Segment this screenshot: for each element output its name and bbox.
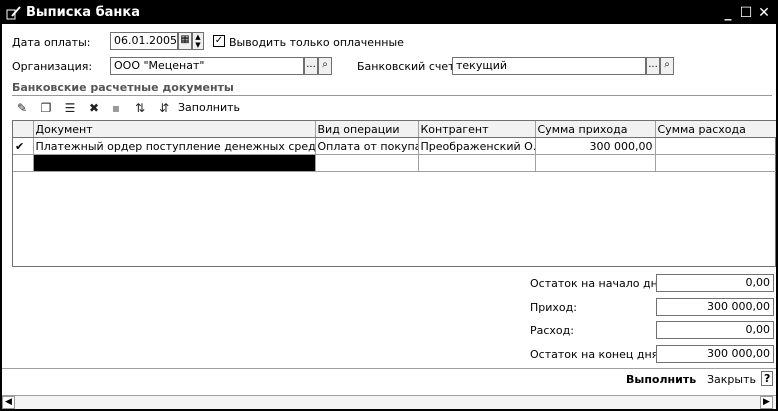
column-header-counterparty[interactable]: Контрагент xyxy=(418,121,536,138)
table-row-new[interactable] xyxy=(13,154,776,172)
table-row[interactable]: ✔ Платежный ордер поступление денежных с… xyxy=(13,137,776,155)
help-button[interactable]: ? xyxy=(761,371,774,386)
window-title: Выписка банка xyxy=(26,5,141,20)
row-checkmark[interactable]: ✔ xyxy=(13,137,34,155)
sort-ascending-icon[interactable]: ⇅ xyxy=(132,100,148,116)
fill-button[interactable]: Заполнить xyxy=(178,101,240,114)
document-pen-icon xyxy=(6,6,21,20)
bank-account-label: Банковский счет: xyxy=(357,60,459,73)
income-value: 300 000,00 xyxy=(656,298,774,316)
bank-account-select-button[interactable]: ... xyxy=(646,57,660,75)
bank-account-search-icon[interactable]: ⌕ xyxy=(660,57,674,75)
delete-row-icon[interactable]: ✖ xyxy=(86,100,102,116)
organization-label: Организация: xyxy=(12,60,93,73)
scroll-left-icon[interactable]: ◀ xyxy=(2,396,15,409)
new-row-document-cell[interactable] xyxy=(33,154,316,172)
close-window-button[interactable]: ✕ xyxy=(756,5,772,21)
execute-button[interactable]: Выполнить xyxy=(626,373,696,386)
new-row-expense-cell[interactable] xyxy=(655,154,776,172)
copy-row-icon[interactable]: ❐ xyxy=(38,100,54,116)
row-income[interactable]: 300 000,00 xyxy=(535,137,656,155)
sort-descending-icon[interactable]: ⇵ xyxy=(156,100,172,116)
organization-input[interactable]: ООО "Меценат" xyxy=(110,57,304,75)
table-header-row: Документ Вид операции Контрагент Сумма п… xyxy=(13,121,776,138)
title-bar[interactable]: Выписка банка _ ☐ ✕ xyxy=(2,2,776,24)
end-balance-label: Остаток на конец дня: xyxy=(530,348,662,361)
date-spinner[interactable]: ▲ ▼ xyxy=(192,32,204,50)
scroll-right-icon[interactable]: ▶ xyxy=(760,396,773,409)
expense-value: 0,00 xyxy=(656,321,774,339)
column-header-operation[interactable]: Вид операции xyxy=(315,121,419,138)
new-row-counterparty-cell[interactable] xyxy=(418,154,536,172)
section-divider xyxy=(12,95,772,96)
column-header-document[interactable]: Документ xyxy=(33,121,316,138)
date-input[interactable]: 06.01.2005 xyxy=(110,32,178,50)
edit-row-icon[interactable]: ☰ xyxy=(62,100,78,116)
new-row-income-cell[interactable] xyxy=(535,154,656,172)
documents-table[interactable]: Документ Вид операции Контрагент Сумма п… xyxy=(12,120,776,267)
footer-divider xyxy=(2,368,776,369)
minimize-button[interactable]: _ xyxy=(720,5,736,21)
row-expense[interactable] xyxy=(655,137,776,155)
section-title: Банковские расчетные документы xyxy=(12,81,234,94)
income-label: Приход: xyxy=(530,301,577,314)
add-row-icon[interactable]: ✎ xyxy=(14,100,30,116)
new-row-mark[interactable] xyxy=(13,154,34,172)
start-balance-label: Остаток на начало дня: xyxy=(530,277,669,290)
horizontal-scrollbar[interactable]: ◀ ▶ xyxy=(2,395,776,409)
bank-account-input[interactable]: текущий xyxy=(452,57,646,75)
column-header-expense[interactable]: Сумма расхода xyxy=(655,121,776,138)
organization-search-icon[interactable]: ⌕ xyxy=(318,57,332,75)
row-counterparty[interactable]: Преображенский О... xyxy=(418,137,536,155)
row-document[interactable]: Платежный ордер поступление денежных сре… xyxy=(33,137,316,155)
column-header-mark xyxy=(13,121,34,138)
date-label: Дата оплаты: xyxy=(12,36,91,49)
organization-select-button[interactable]: ... xyxy=(304,57,318,75)
end-balance-value: 300 000,00 xyxy=(656,345,774,363)
maximize-button[interactable]: ☐ xyxy=(738,5,754,21)
bank-statement-window: Выписка банка _ ☐ ✕ Дата оплаты: 06.01.2… xyxy=(2,2,776,409)
expense-label: Расход: xyxy=(530,324,574,337)
new-row-operation-cell[interactable] xyxy=(315,154,419,172)
disabled-action-icon: ▪ xyxy=(111,101,121,115)
only-paid-label: Выводить только оплаченные xyxy=(229,36,404,49)
calendar-icon[interactable]: ▦ xyxy=(178,32,192,50)
start-balance-value: 0,00 xyxy=(656,274,774,292)
column-header-income[interactable]: Сумма прихода xyxy=(535,121,656,138)
only-paid-checkbox[interactable]: ✓ xyxy=(213,35,225,47)
row-operation[interactable]: Оплата от покупа... xyxy=(315,137,419,155)
close-button[interactable]: Закрыть xyxy=(707,373,756,386)
